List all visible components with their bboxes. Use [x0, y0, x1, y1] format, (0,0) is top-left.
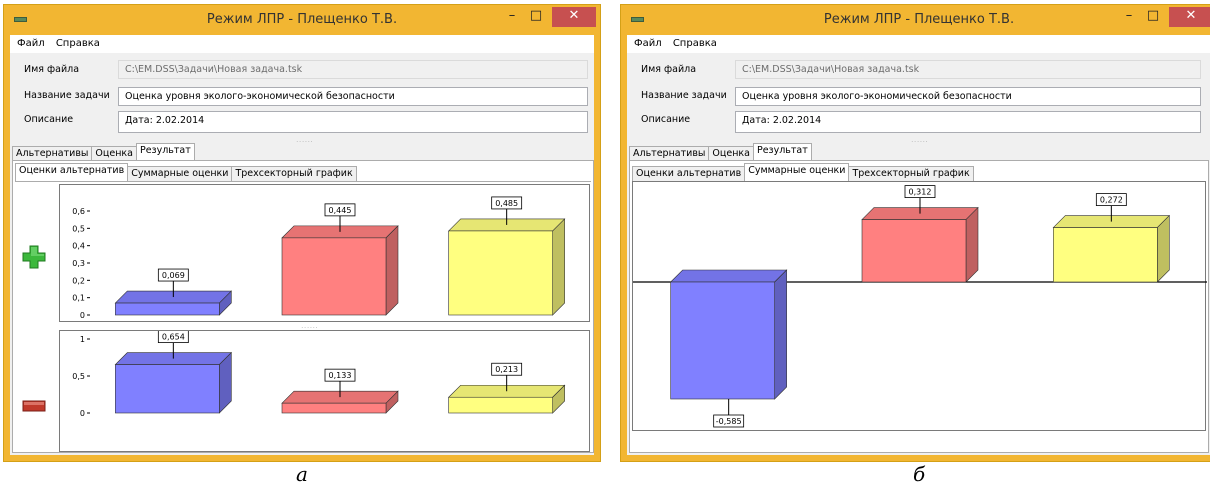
data-label: 0,069	[162, 271, 185, 280]
chart-summary: -0,585A10,312A20,272A3	[632, 181, 1207, 431]
file-name-field[interactable]: C:\EM.DSS\Задачи\Новая задача.tsk	[735, 60, 1201, 79]
splitter-handle[interactable]: ......	[895, 138, 945, 144]
y-tick-label: 0,5	[72, 372, 85, 381]
description-label: Описание	[24, 114, 74, 125]
bar-side-face	[385, 225, 399, 316]
bar-A2	[861, 206, 979, 283]
menu-bar: Файл Справка	[627, 35, 1210, 53]
y-tick-label: 0,6	[72, 207, 85, 216]
tab-summary-scores[interactable]: Суммарные оценки	[744, 163, 850, 182]
chart-summary-svg: -0,585A10,312A20,272A3	[633, 185, 1207, 428]
menu-help[interactable]: Справка	[669, 35, 721, 49]
task-name-field[interactable]: Оценка уровня эколого-экономической безо…	[735, 87, 1201, 106]
close-button[interactable]: ✕	[1169, 7, 1210, 27]
task-name-label: Название задачи	[24, 90, 110, 101]
bar-A1	[669, 269, 788, 400]
close-button[interactable]: ✕	[552, 7, 596, 27]
client-area: Файл Справка Имя файла C:\EM.DSS\Задачи\…	[627, 35, 1210, 455]
y-tick-label: 0,4	[72, 242, 85, 251]
data-label: 0,485	[495, 199, 518, 208]
task-name-field[interactable]: Оценка уровня эколого-экономической безо…	[118, 87, 588, 106]
bar-A3	[447, 218, 566, 316]
bar-side-face	[552, 218, 565, 316]
title-bar[interactable]: Режим ЛПР - Плещенко Т.В. – □ ✕	[621, 5, 1210, 35]
chart-negative: 00,510,654A10,133A20,213A3	[59, 330, 590, 452]
main-tabstrip: Альтернативы Оценка Результат	[629, 143, 812, 162]
bar-front-face	[281, 402, 387, 414]
file-name-label: Имя файла	[24, 64, 80, 75]
y-tick-label: 0,3	[72, 259, 85, 268]
bar-front-face	[115, 364, 220, 414]
description-field[interactable]: Дата: 2.02.2014	[118, 111, 588, 133]
file-name-label: Имя файла	[641, 64, 697, 75]
caption-b: б	[913, 462, 926, 486]
result-panel: Оценки альтернатив Суммарные оценки Трехсе…	[629, 160, 1209, 453]
data-label: 0,445	[329, 206, 352, 215]
data-label: 0,654	[162, 333, 185, 342]
tab-three-sector-chart[interactable]: Трехсекторный график	[231, 166, 357, 182]
minimize-button[interactable]: –	[1117, 7, 1141, 27]
data-label: 0,272	[1100, 196, 1123, 205]
description-label: Описание	[641, 114, 691, 125]
minimize-button[interactable]: –	[500, 7, 524, 27]
data-label: 0,312	[909, 188, 932, 197]
chart-positive-svg: 00,10,20,30,40,50,60,069A10,445A20,485A3	[72, 196, 566, 320]
y-tick-label: 0	[80, 409, 85, 418]
tab-summary-scores[interactable]: Суммарные оценки	[127, 166, 233, 182]
description-field[interactable]: Дата: 2.02.2014	[735, 111, 1201, 133]
menu-file[interactable]: Файл	[13, 35, 49, 49]
tab-three-sector-chart[interactable]: Трехсекторный график	[848, 166, 974, 182]
window-b: Режим ЛПР - Плещенко Т.В. – □ ✕ Файл Спр…	[620, 4, 1210, 462]
maximize-button[interactable]: □	[1141, 7, 1165, 27]
chart-container: 00,10,20,30,40,50,60,069A10,445A20,485A3…	[15, 181, 591, 452]
caption-a: а	[296, 462, 308, 486]
result-panel: Оценки альтернатив Суммарные оценки Трехсе…	[12, 160, 594, 453]
bar-side-face	[1157, 214, 1170, 283]
plus-icon	[22, 245, 46, 269]
bar-front-face	[670, 281, 775, 400]
task-name-label: Название задачи	[641, 90, 727, 101]
window-a: Режим ЛПР - Плещенко Т.В. – □ ✕ Файл Спр…	[3, 4, 601, 462]
bar-side-face	[965, 206, 979, 283]
bar-side-face	[774, 269, 787, 400]
y-tick-label: 0,1	[72, 294, 85, 303]
y-tick-label: 0,5	[72, 224, 85, 233]
maximize-button[interactable]: □	[524, 7, 548, 27]
tab-alternative-scores[interactable]: Оценки альтернатив	[15, 163, 129, 182]
data-label: 0,133	[329, 371, 352, 380]
chart-positive: 00,10,20,30,40,50,60,069A10,445A20,485A3	[59, 184, 590, 322]
file-name-field[interactable]: C:\EM.DSS\Задачи\Новая задача.tsk	[118, 60, 588, 79]
minus-icon	[22, 400, 46, 412]
sub-tabstrip: Оценки альтернатив Суммарные оценки Трехсе…	[632, 163, 974, 182]
bar-front-face	[448, 230, 553, 316]
data-label: 0,213	[495, 365, 518, 374]
y-tick-label: 0	[80, 311, 85, 320]
y-tick-label: 1	[80, 335, 85, 344]
y-tick-label: 0,2	[72, 276, 85, 285]
bar-top-face	[669, 269, 788, 283]
menu-file[interactable]: Файл	[630, 35, 666, 49]
bar-front-face	[861, 219, 967, 283]
chart-negative-svg: 00,510,654A10,133A20,213A3	[72, 331, 566, 418]
main-tabstrip: Альтернативы Оценка Результат	[12, 143, 195, 162]
tab-alternative-scores[interactable]: Оценки альтернатив	[632, 166, 746, 182]
menu-help[interactable]: Справка	[52, 35, 104, 49]
menu-bar: Файл Справка	[10, 35, 594, 53]
bar-A1	[114, 351, 233, 414]
client-area: Файл Справка Имя файла C:\EM.DSS\Задачи\…	[10, 35, 594, 455]
chart-splitter[interactable]: ......	[295, 324, 325, 330]
title-bar[interactable]: Режим ЛПР - Плещенко Т.В. – □ ✕	[4, 5, 600, 35]
bar-front-face	[281, 237, 387, 316]
bar-front-face	[448, 396, 553, 414]
bar-front-face	[115, 302, 220, 316]
bar-A2	[281, 225, 399, 316]
data-label: -0,585	[716, 417, 742, 426]
bar-A3	[1052, 214, 1171, 283]
splitter-handle[interactable]: ......	[280, 138, 330, 144]
sub-tabstrip: Оценки альтернатив Суммарные оценки Трехсе…	[15, 163, 357, 182]
bar-front-face	[1053, 227, 1158, 283]
